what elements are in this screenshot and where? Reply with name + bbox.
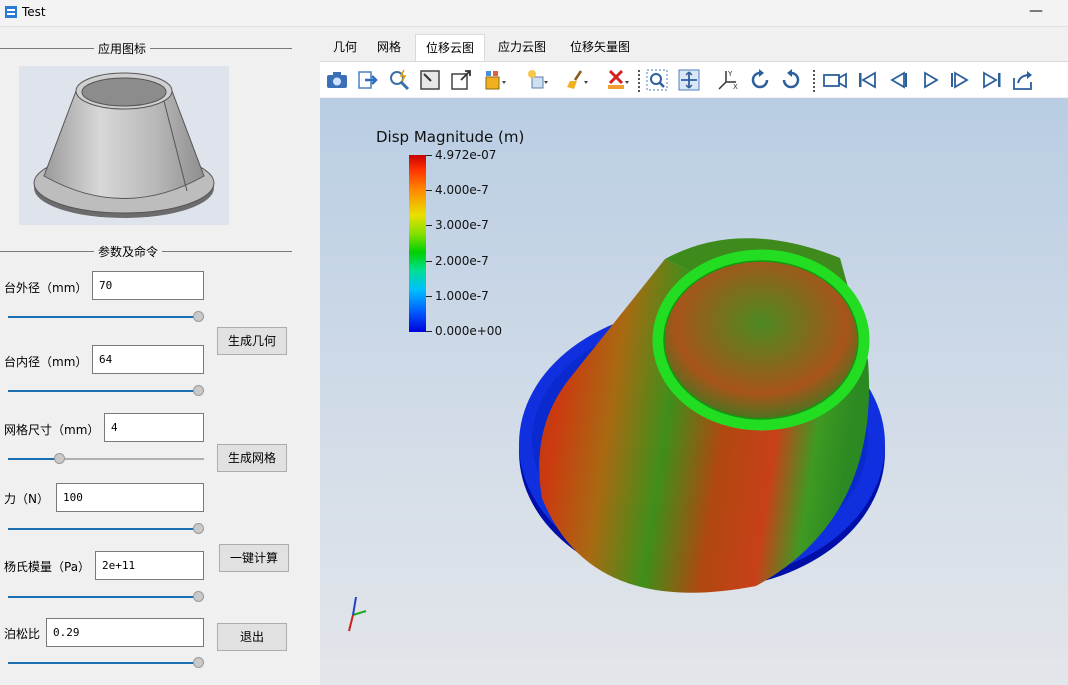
poisson-ratio-label: 泊松比: [4, 627, 41, 641]
next-frame-icon[interactable]: [948, 68, 972, 92]
rotate-ccw-icon[interactable]: [779, 68, 803, 92]
export-icon[interactable]: [356, 68, 380, 92]
mesh-size-input[interactable]: 4: [104, 413, 204, 442]
youngs-modulus-label: 杨氏模量（Pa）: [4, 560, 91, 574]
slider-knob[interactable]: [193, 523, 204, 534]
tab-displacement-contour[interactable]: 位移云图: [415, 34, 485, 61]
window-title: Test: [22, 5, 46, 19]
minimize-button[interactable]: —: [1024, 0, 1048, 26]
export-animation-icon[interactable]: [1011, 68, 1035, 92]
displacement-model: [348, 238, 885, 632]
force-label: 力（N）: [4, 492, 49, 506]
right-panel: 几何 网格 位移云图 应力云图 位移矢量图 YX Disp Magnitude …: [320, 27, 1068, 685]
inner-diameter-label: 台内径（mm）: [4, 355, 88, 369]
display-mode-icon[interactable]: [483, 68, 507, 92]
params-group-title: 参数及命令: [94, 243, 163, 260]
app-icon-preview: [19, 66, 229, 225]
camera-icon[interactable]: [325, 68, 349, 92]
tab-stress-contour[interactable]: 应力云图: [488, 34, 556, 61]
prev-frame-icon[interactable]: [886, 68, 910, 92]
mesh-size-label: 网格尺寸（mm）: [4, 423, 100, 437]
play-icon[interactable]: [918, 68, 942, 92]
svg-text:Y: Y: [727, 70, 733, 78]
clear-selection-icon[interactable]: [606, 68, 630, 92]
poisson-ratio-input[interactable]: 0.29: [46, 618, 204, 647]
left-panel: 应用图标 参数及命令 台外径（mm） 70 生成几何 台内径（mm） 64 网格…: [0, 27, 318, 685]
fit-all-icon[interactable]: [677, 68, 701, 92]
exit-button[interactable]: 退出: [217, 623, 287, 651]
tab-displacement-vector[interactable]: 位移矢量图: [560, 34, 640, 61]
slider-knob[interactable]: [193, 311, 204, 322]
render-viewport[interactable]: Disp Magnitude (m) 4.972e-07 4.000e-7 3.…: [320, 98, 1068, 685]
slider-knob[interactable]: [193, 591, 204, 602]
slider-knob[interactable]: [193, 657, 204, 668]
light-icon[interactable]: [525, 68, 549, 92]
toolbar: YX: [320, 61, 1068, 97]
title-bar: Test —: [0, 0, 1068, 27]
force-input[interactable]: 100: [56, 483, 204, 512]
icon-group-title: 应用图标: [94, 40, 151, 57]
slider-knob[interactable]: [54, 453, 65, 464]
youngs-modulus-input[interactable]: 2e+11: [95, 551, 204, 580]
rotate-cw-icon[interactable]: [748, 68, 772, 92]
zoom-region-icon[interactable]: [645, 68, 669, 92]
app-icon: [5, 6, 17, 18]
toolbar-separator: [638, 70, 640, 92]
toolbar-separator: [813, 70, 815, 92]
first-frame-icon[interactable]: [855, 68, 879, 92]
outer-diameter-input[interactable]: 70: [92, 271, 204, 300]
inner-diameter-input[interactable]: 64: [92, 345, 204, 374]
record-icon[interactable]: [823, 68, 847, 92]
last-frame-icon[interactable]: [980, 68, 1004, 92]
tab-mesh[interactable]: 网格: [368, 34, 410, 61]
poisson-ratio-slider[interactable]: [8, 657, 204, 669]
inner-diameter-slider[interactable]: [8, 385, 204, 397]
one-click-compute-button[interactable]: 一键计算: [219, 544, 289, 572]
youngs-modulus-slider[interactable]: [8, 591, 204, 603]
outer-diameter-slider[interactable]: [8, 311, 204, 323]
svg-text:X: X: [733, 83, 738, 91]
clear-brush-icon[interactable]: [565, 68, 589, 92]
mesh-size-slider[interactable]: [8, 453, 204, 465]
tab-geometry[interactable]: 几何: [324, 34, 366, 61]
slider-knob[interactable]: [193, 385, 204, 396]
outer-diameter-label: 台外径（mm）: [4, 281, 88, 295]
generate-geometry-button[interactable]: 生成几何: [217, 327, 287, 355]
fit-view-icon[interactable]: [418, 68, 442, 92]
force-slider[interactable]: [8, 523, 204, 535]
box-zoom-icon[interactable]: [449, 68, 473, 92]
axes-icon[interactable]: YX: [716, 68, 740, 92]
axes-orientation-marker: [348, 596, 367, 632]
tab-bar: 几何 网格 位移云图 应力云图 位移矢量图: [320, 31, 1068, 61]
magnify-pick-icon[interactable]: [387, 68, 411, 92]
generate-mesh-button[interactable]: 生成网格: [217, 444, 287, 472]
